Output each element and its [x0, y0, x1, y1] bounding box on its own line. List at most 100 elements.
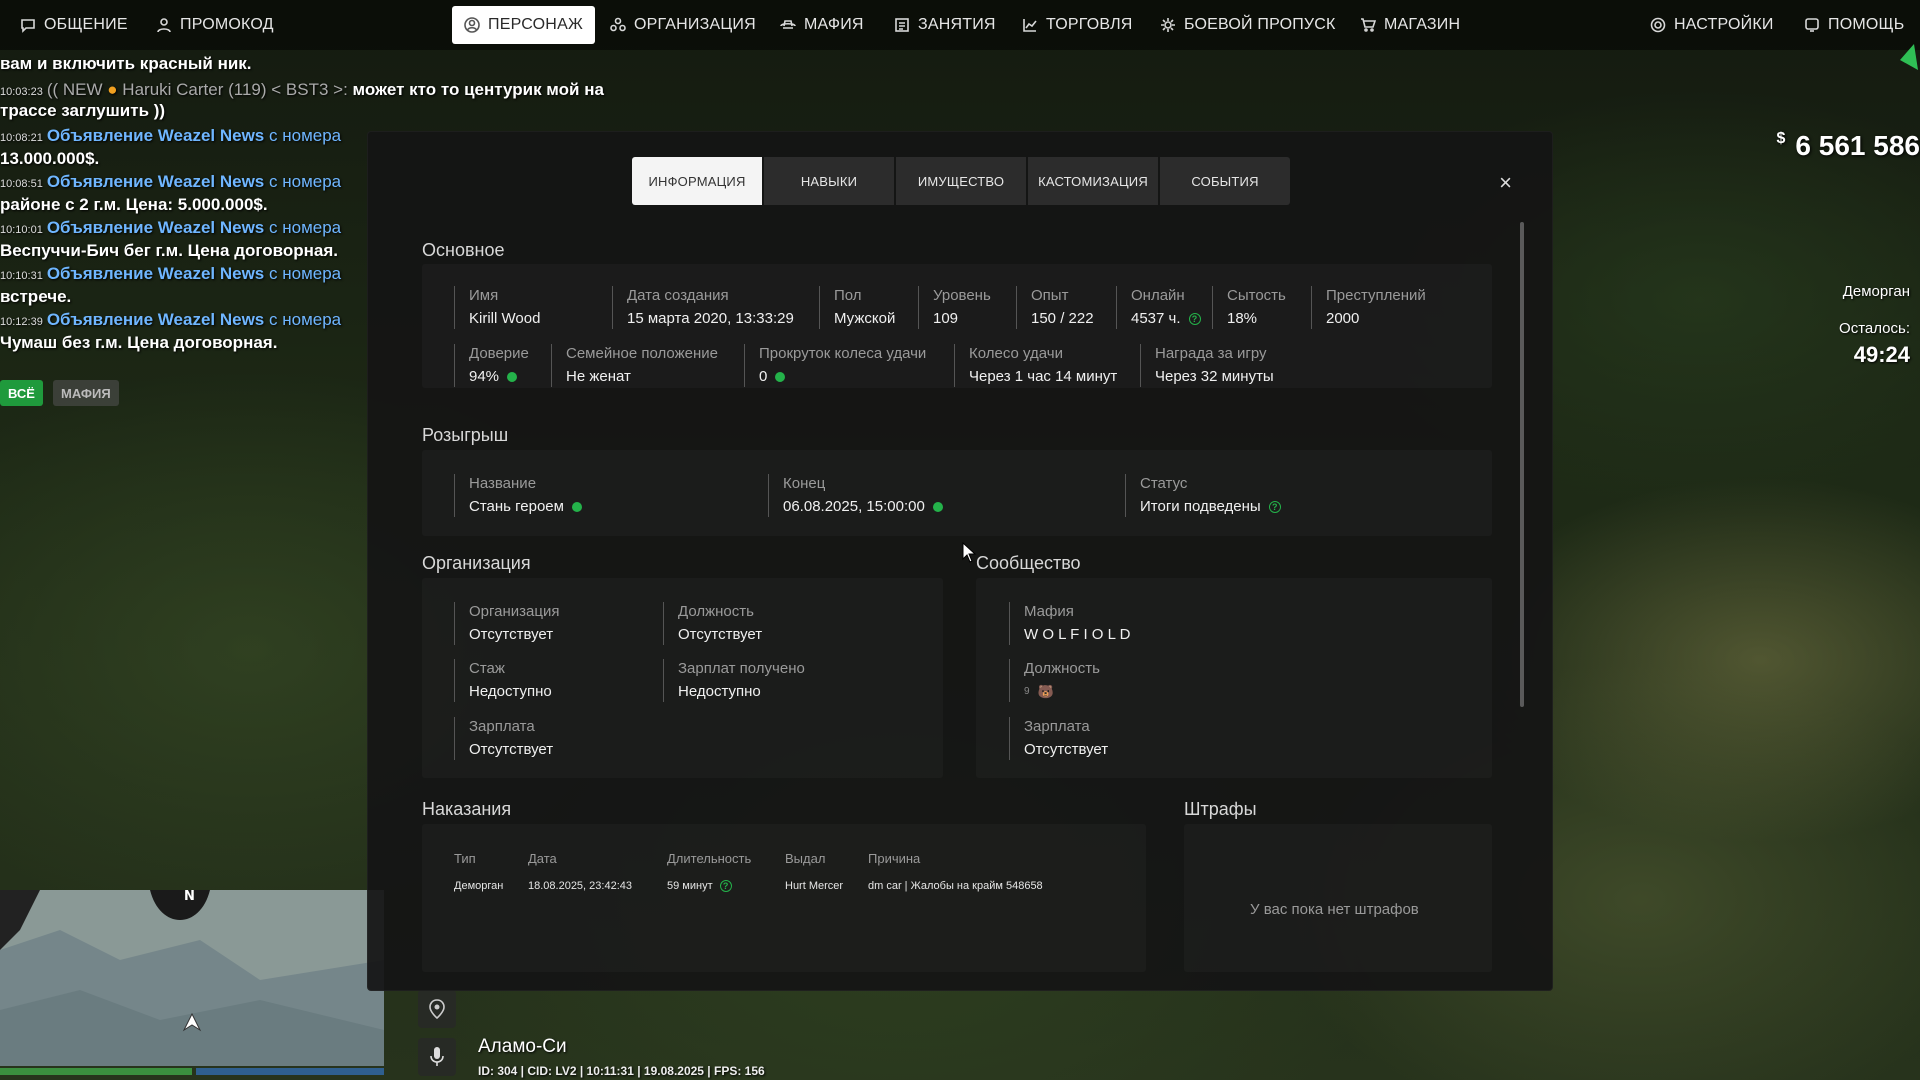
field-org-salary: Зарплата Отсутствует — [454, 717, 553, 760]
chat-tabs: ВСЁ МАФИЯ — [0, 380, 119, 406]
table-cell-duration: 59 минут? — [667, 880, 732, 892]
trade-chart-icon — [1022, 17, 1038, 33]
chat-tab-mafia[interactable]: МАФИЯ — [52, 380, 119, 406]
nav-item-mafia[interactable]: МАФИЯ — [768, 6, 876, 44]
svg-text:N: N — [184, 890, 195, 904]
close-button[interactable]: × — [1499, 170, 1512, 196]
field-online: Онлайн 4537 ч.? — [1116, 286, 1201, 329]
field-community-salary: Зарплата Отсутствует — [1009, 717, 1108, 760]
tab-property[interactable]: ИМУЩЕСТВО — [896, 157, 1026, 205]
col-header-type: Тип — [454, 851, 476, 866]
settings-gear-icon — [1650, 17, 1666, 33]
field-trust: Доверие 94% — [454, 344, 529, 387]
character-modal: ИНФОРМАЦИЯ НАВЫКИ ИМУЩЕСТВО КАСТОМИЗАЦИЯ… — [367, 131, 1553, 991]
map-pin-button[interactable] — [418, 990, 456, 1028]
location-name: Аламо-Си — [478, 1036, 567, 1057]
section-title-organization: Организация — [422, 553, 531, 573]
tab-information[interactable]: ИНФОРМАЦИЯ — [632, 157, 762, 205]
status-dot-icon — [571, 502, 582, 512]
table-cell-type: Деморган — [454, 880, 504, 892]
field-experience: Опыт 150 / 222 — [1016, 286, 1094, 329]
top-navigation: ОБЩЕНИЕ ПРОМОКОД ПЕРСОНАЖ ОРГАНИЗАЦИЯ МА… — [0, 0, 1920, 50]
mafia-icon — [780, 17, 796, 33]
scrollbar[interactable] — [1520, 222, 1524, 707]
field-created: Дата создания 15 марта 2020, 13:33:29 — [612, 286, 794, 329]
nav-item-chat[interactable]: ОБЩЕНИЕ — [8, 6, 140, 44]
field-org-salaries-received: Зарплат получено Недоступно — [663, 659, 805, 702]
chat-line: вам и включить красный ник. — [0, 54, 252, 73]
section-title-basic: Основное — [422, 240, 505, 260]
table-cell-reason: dm car | Жалобы на крайм 548658 — [868, 880, 1043, 892]
chat-icon — [20, 17, 36, 33]
tab-skills[interactable]: НАВЫКИ — [764, 157, 894, 205]
section-title-fines: Штрафы — [1184, 799, 1257, 819]
field-giveaway-end: Конец 06.08.2025, 15:00:00 — [768, 474, 943, 517]
minimap[interactable]: N — [0, 890, 384, 1066]
nav-item-battlepass[interactable]: БОЕВОЙ ПРОПУСК — [1148, 6, 1348, 44]
field-name: Имя Kirill Wood — [454, 286, 540, 329]
section-title-community: Сообщество — [976, 553, 1081, 573]
field-satiety: Сытость 18% — [1212, 286, 1286, 329]
field-play-reward: Награда за игру Через 32 минуты — [1140, 344, 1274, 387]
bear-rank-icon: 🐻 — [1037, 684, 1054, 699]
col-header-duration: Длительность — [667, 851, 752, 866]
server-info: ID: 304 | CID: LV2 | 10:11:31 | 19.08.20… — [478, 1064, 765, 1078]
server-logo-icon — [1900, 44, 1918, 70]
nav-item-character[interactable]: ПЕРСОНАЖ — [452, 6, 595, 44]
health-bar — [0, 1068, 192, 1075]
field-community-mafia: Мафия W O L F I O L D — [1009, 602, 1130, 645]
field-crimes: Преступлений 2000 — [1311, 286, 1426, 329]
nav-item-organization[interactable]: ОРГАНИЗАЦИЯ — [598, 6, 768, 44]
nav-item-promocode[interactable]: ПРОМОКОД — [144, 6, 286, 44]
nav-item-settings[interactable]: НАСТРОЙКИ — [1638, 6, 1786, 44]
modal-tabs: ИНФОРМАЦИЯ НАВЫКИ ИМУЩЕСТВО КАСТОМИЗАЦИЯ… — [632, 157, 1290, 205]
section-title-giveaway: Розыгрыш — [422, 425, 509, 445]
microphone-button[interactable] — [418, 1038, 456, 1076]
field-giveaway-status: Статус Итоги подведены? — [1125, 474, 1281, 517]
field-community-position: Должность 9 🐻 — [1009, 659, 1100, 702]
money-display: $6 561 586 — [1776, 130, 1920, 161]
table-cell-date: 18.08.2025, 23:42:43 — [528, 880, 632, 892]
section-title-punishments: Наказания — [422, 799, 512, 819]
info-icon[interactable]: ? — [1188, 313, 1201, 325]
basic-info-panel: Имя Kirill Wood Дата создания 15 марта 2… — [422, 264, 1492, 388]
nav-item-trade[interactable]: ТОРГОВЛЯ — [1010, 6, 1145, 44]
cart-icon — [1360, 17, 1376, 33]
table-cell-issuer: Hurt Mercer — [785, 880, 844, 892]
nav-item-activities[interactable]: ЗАНЯТИЯ — [882, 6, 1008, 44]
organization-panel: Организация Отсутствует Должность Отсутс… — [422, 578, 943, 778]
field-gender: Пол Мужской — [819, 286, 895, 329]
armor-bar — [196, 1068, 384, 1075]
person-icon — [156, 17, 172, 33]
giveaway-panel: Название Стань героем Конец 06.08.2025, … — [422, 450, 1492, 536]
field-marital: Семейное положение Не женат — [551, 344, 718, 387]
field-org-position: Должность Отсутствует — [663, 602, 762, 645]
fines-panel: У вас пока нет штрафов — [1184, 824, 1492, 972]
col-header-date: Дата — [528, 851, 557, 866]
community-panel: Мафия W O L F I O L D Должность 9 🐻 Зарпл… — [976, 578, 1492, 778]
chat-line: трассе заглушить )) — [0, 101, 166, 120]
close-icon: × — [1499, 170, 1512, 195]
nav-item-shop[interactable]: МАГАЗИН — [1348, 6, 1472, 44]
battlepass-gear-icon — [1160, 17, 1176, 33]
status-dot-icon — [932, 502, 943, 512]
status-dot-icon — [775, 372, 786, 382]
tab-events[interactable]: СОБЫТИЯ — [1160, 157, 1290, 205]
no-fines-message: У вас пока нет штрафов — [1250, 901, 1419, 918]
remaining-label: Осталось: — [1839, 320, 1910, 337]
remaining-time: 49:24 — [1853, 342, 1910, 367]
field-giveaway-name: Название Стань героем — [454, 474, 582, 517]
info-icon[interactable]: ? — [719, 880, 732, 892]
tab-customization[interactable]: КАСТОМИЗАЦИЯ — [1028, 157, 1158, 205]
field-org-experience: Стаж Недоступно — [454, 659, 552, 702]
field-level: Уровень 109 — [918, 286, 991, 329]
col-header-issuer: Выдал — [785, 851, 826, 866]
chat-tab-all[interactable]: ВСЁ — [0, 380, 43, 406]
info-icon[interactable]: ? — [1268, 501, 1281, 513]
col-header-reason: Причина — [868, 851, 921, 866]
character-icon — [464, 17, 480, 33]
map-pin-icon — [429, 999, 445, 1019]
microphone-icon — [430, 1047, 444, 1066]
field-org-name: Организация Отсутствует — [454, 602, 559, 645]
minimap-terrain: N — [0, 890, 384, 1066]
